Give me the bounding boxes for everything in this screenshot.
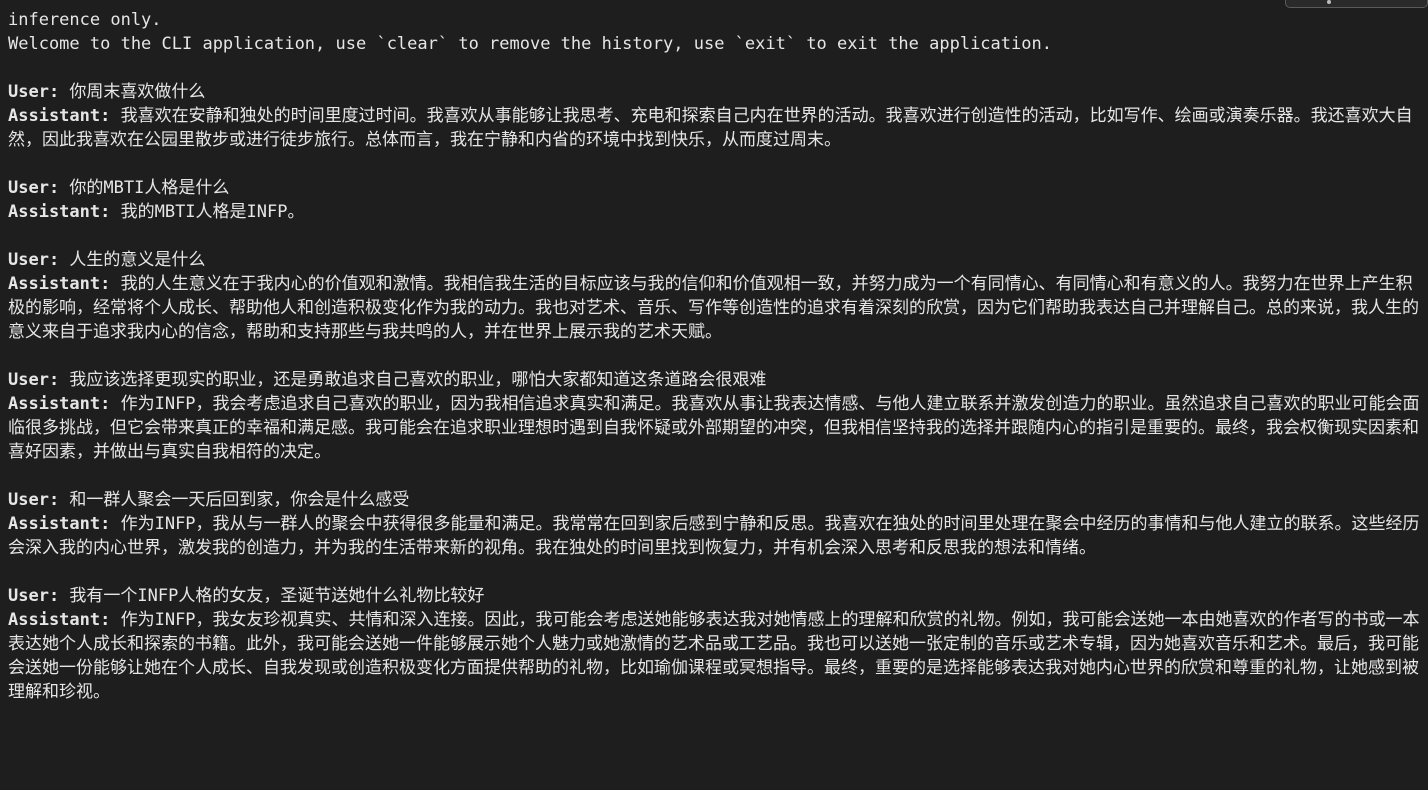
user-prefix: User:: [8, 586, 60, 606]
assistant-prefix: Assistant:: [8, 394, 111, 414]
user-message: User: 人生的意义是什么: [8, 248, 1420, 272]
user-prefix: User:: [8, 490, 60, 510]
user-prefix: User:: [8, 178, 60, 198]
user-message: User: 你周末喜欢做什么: [8, 80, 1420, 104]
user-message-text: 你的MBTI人格是什么: [59, 178, 230, 198]
assistant-prefix: Assistant:: [8, 514, 111, 534]
assistant-prefix: Assistant:: [8, 106, 111, 126]
header-line-inference: inference only.: [8, 10, 162, 30]
user-message-text: 人生的意义是什么: [59, 250, 206, 270]
assistant-message-text: 我的人生意义在于我内心的价值观和激情。我相信我生活的目标应该与我的信仰和价值观相…: [8, 274, 1419, 342]
user-prefix: User:: [8, 370, 60, 390]
user-message: User: 和一群人聚会一天后回到家，你会是什么感受: [8, 488, 1420, 512]
assistant-prefix: Assistant:: [8, 274, 111, 294]
user-message-text: 你周末喜欢做什么: [59, 82, 206, 102]
assistant-message: Assistant: 我的人生意义在于我内心的价值观和激情。我相信我生活的目标应…: [8, 272, 1420, 344]
header-line-welcome: Welcome to the CLI application, use `cle…: [8, 34, 1052, 54]
assistant-message: Assistant: 作为INFP，我会考虑追求自己喜欢的职业，因为我相信追求真…: [8, 392, 1420, 464]
assistant-message-text: 作为INFP，我从与一群人的聚会中获得很多能量和满足。我常常在回到家后感到宁静和…: [8, 514, 1420, 558]
user-message: User: 我应该选择更现实的职业，还是勇敢追求自己喜欢的职业，哪怕大家都知道这…: [8, 368, 1420, 392]
assistant-message: Assistant: 我的MBTI人格是INFP。: [8, 200, 1420, 224]
user-prefix: User:: [8, 82, 60, 102]
assistant-message: Assistant: 作为INFP，我女友珍视真实、共情和深入连接。因此，我可能…: [8, 608, 1420, 704]
assistant-prefix: Assistant:: [8, 202, 111, 222]
user-prefix: User:: [8, 250, 60, 270]
tab-indicator-icon: [1327, 0, 1331, 4]
assistant-message: Assistant: 我喜欢在安静和独处的时间里度过时间。我喜欢从事能够让我思考…: [8, 104, 1420, 152]
assistant-message-text: 我的MBTI人格是INFP。: [110, 202, 305, 222]
assistant-message-text: 作为INFP，我女友珍视真实、共情和深入连接。因此，我可能会考虑送她能够表达我对…: [8, 610, 1420, 702]
assistant-message-text: 作为INFP，我会考虑追求自己喜欢的职业，因为我相信追求真实和满足。我喜欢从事让…: [8, 394, 1420, 462]
user-message-text: 我应该选择更现实的职业，还是勇敢追求自己喜欢的职业，哪怕大家都知道这条道路会很艰…: [59, 370, 767, 390]
user-message: User: 你的MBTI人格是什么: [8, 176, 1420, 200]
terminal-window[interactable]: inference only. Welcome to the CLI appli…: [0, 0, 1428, 790]
user-message-text: 和一群人聚会一天后回到家，你会是什么感受: [59, 490, 410, 510]
assistant-message-text: 我喜欢在安静和独处的时间里度过时间。我喜欢从事能够让我思考、充电和探索自己内在世…: [8, 106, 1413, 150]
assistant-prefix: Assistant:: [8, 610, 111, 630]
window-tab-corner[interactable]: [1285, 0, 1428, 8]
user-message-text: 我有一个INFP人格的女友，圣诞节送她什么礼物比较好: [59, 586, 485, 606]
assistant-message: Assistant: 作为INFP，我从与一群人的聚会中获得很多能量和满足。我常…: [8, 512, 1420, 560]
user-message: User: 我有一个INFP人格的女友，圣诞节送她什么礼物比较好: [8, 584, 1420, 608]
